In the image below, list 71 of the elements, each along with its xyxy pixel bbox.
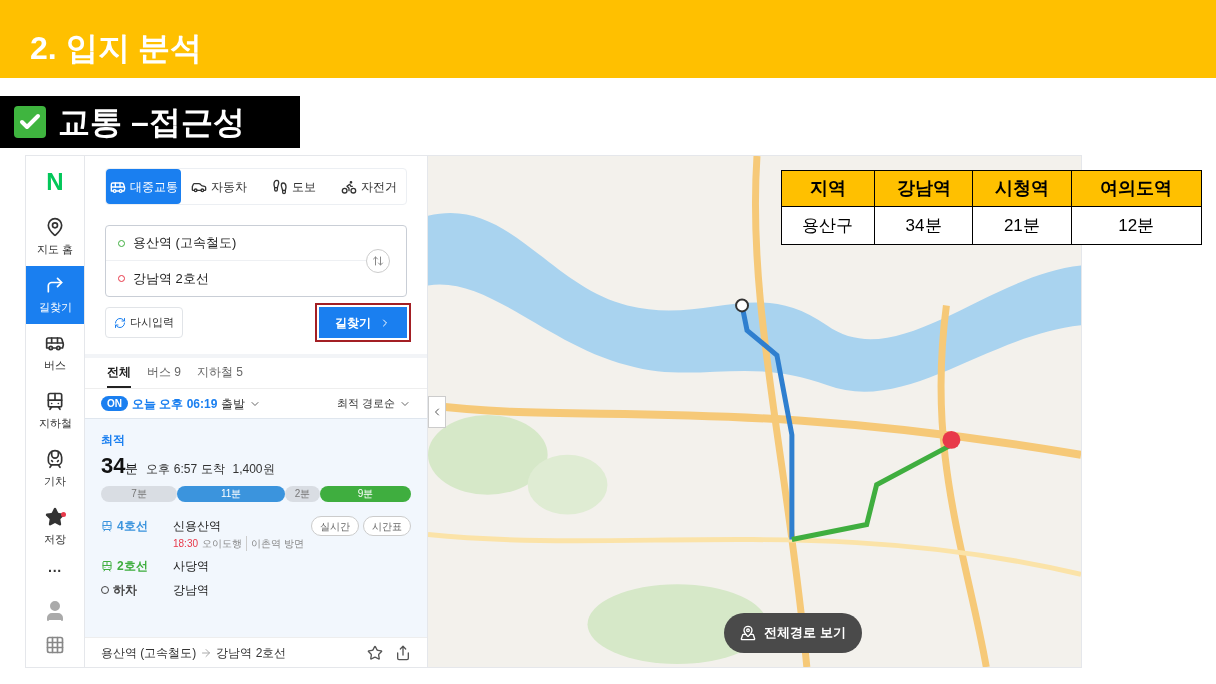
result-tab[interactable]: 버스 9 (147, 358, 181, 388)
apps-grid-icon[interactable] (45, 635, 65, 655)
arrival-time: 오후 6:57 도착 (146, 461, 225, 478)
station-name: 신용산역 (173, 518, 222, 535)
line-label: 하차 (101, 581, 173, 599)
station-name: 사당역 (173, 558, 210, 575)
departure-time: 오늘 오후 06:19 (132, 395, 218, 413)
logo: N (46, 167, 64, 197)
bicycle-icon (340, 178, 357, 195)
route-segment: 9분 (320, 486, 411, 502)
table-header: 지역 (781, 170, 875, 207)
rail-item[interactable]: 저장 (26, 498, 84, 556)
collapse-handle[interactable] (428, 396, 446, 428)
rail-item[interactable]: 버스 (26, 324, 84, 382)
table-cell: 34분 (874, 206, 973, 245)
walking-icon (271, 178, 288, 195)
turn-arrow-icon (45, 274, 65, 295)
sort-label[interactable]: 최적 경로순 (336, 395, 395, 412)
slide-title: 2. 입지 분석 (30, 29, 203, 68)
table-header: 강남역 (874, 170, 973, 207)
rail-item[interactable]: 지하철 (26, 382, 84, 440)
star-icon (45, 506, 65, 527)
departure-label: 출발 (221, 395, 246, 413)
mode-tab[interactable]: 자동차 (181, 169, 256, 204)
table-header: 여의도역 (1071, 170, 1202, 207)
mode-tab[interactable]: 도보 (256, 169, 331, 204)
favorite-icon[interactable] (367, 644, 383, 661)
table-cell: 12분 (1071, 206, 1202, 245)
route-segment: 2분 (285, 486, 321, 502)
route-card[interactable]: 최적 34분 오후 6:57 도착 1,400원 7분 11분 2분 9분 4호선 신용산역 실시간 시간표 18:30 오이도행 이촌역 방면 2호선 사당역 하차 강남역 (85, 418, 427, 637)
pin-icon (45, 216, 65, 237)
section-title: 교통 –접근성 (58, 103, 245, 142)
table-header: 시청역 (972, 170, 1071, 207)
route-to: 강남역 2호선 (216, 644, 287, 662)
rail-item[interactable]: 기차 (26, 440, 84, 498)
swap-icon (372, 255, 384, 267)
station-name: 강남역 (173, 582, 210, 599)
rail-item[interactable]: 길찾기 (26, 266, 84, 324)
departure-time: 18:30 (173, 537, 199, 551)
refresh-icon (114, 316, 126, 329)
train-direction: 오이도행 (202, 537, 243, 551)
route-segment: 11분 (177, 486, 286, 502)
line-label: 4호선 (101, 517, 173, 535)
table-cell: 용산구 (781, 206, 875, 245)
schedule-button[interactable]: 시간표 (363, 516, 411, 536)
destination-field[interactable]: 강남역 2호선 (133, 268, 209, 289)
subway-icon (101, 560, 113, 572)
full-route-button[interactable]: 전체경로 보기 (724, 613, 862, 653)
platform-direction: 이촌역 방면 (246, 536, 304, 551)
table-cell: 21분 (972, 206, 1071, 245)
duration: 34분 (101, 452, 139, 480)
result-tab[interactable]: 지하철 5 (197, 358, 244, 388)
origin-field[interactable]: 용산역 (고속철도) (133, 233, 237, 253)
rail-item[interactable]: 지도 홈 (26, 208, 84, 266)
reset-button[interactable]: 다시입력 (105, 307, 183, 338)
route-segment: 7분 (101, 486, 178, 502)
more-button[interactable]: ··· (48, 556, 62, 586)
mode-tab[interactable]: 대중교통 (106, 169, 181, 204)
on-toggle[interactable]: ON (101, 396, 128, 411)
fare: 1,400원 (232, 461, 275, 478)
route-pin-icon (740, 625, 756, 641)
subway-icon (45, 390, 65, 411)
schedule-button[interactable]: 실시간 (311, 516, 359, 536)
arrow-icon (200, 646, 213, 659)
route-from: 용산역 (고속철도) (101, 644, 197, 662)
line-label: 2호선 (101, 557, 173, 575)
share-icon[interactable] (395, 644, 411, 661)
mode-tab[interactable]: 자전거 (331, 169, 406, 204)
subway-icon (101, 520, 113, 532)
best-label: 최적 (101, 432, 126, 449)
train-icon (45, 448, 65, 469)
